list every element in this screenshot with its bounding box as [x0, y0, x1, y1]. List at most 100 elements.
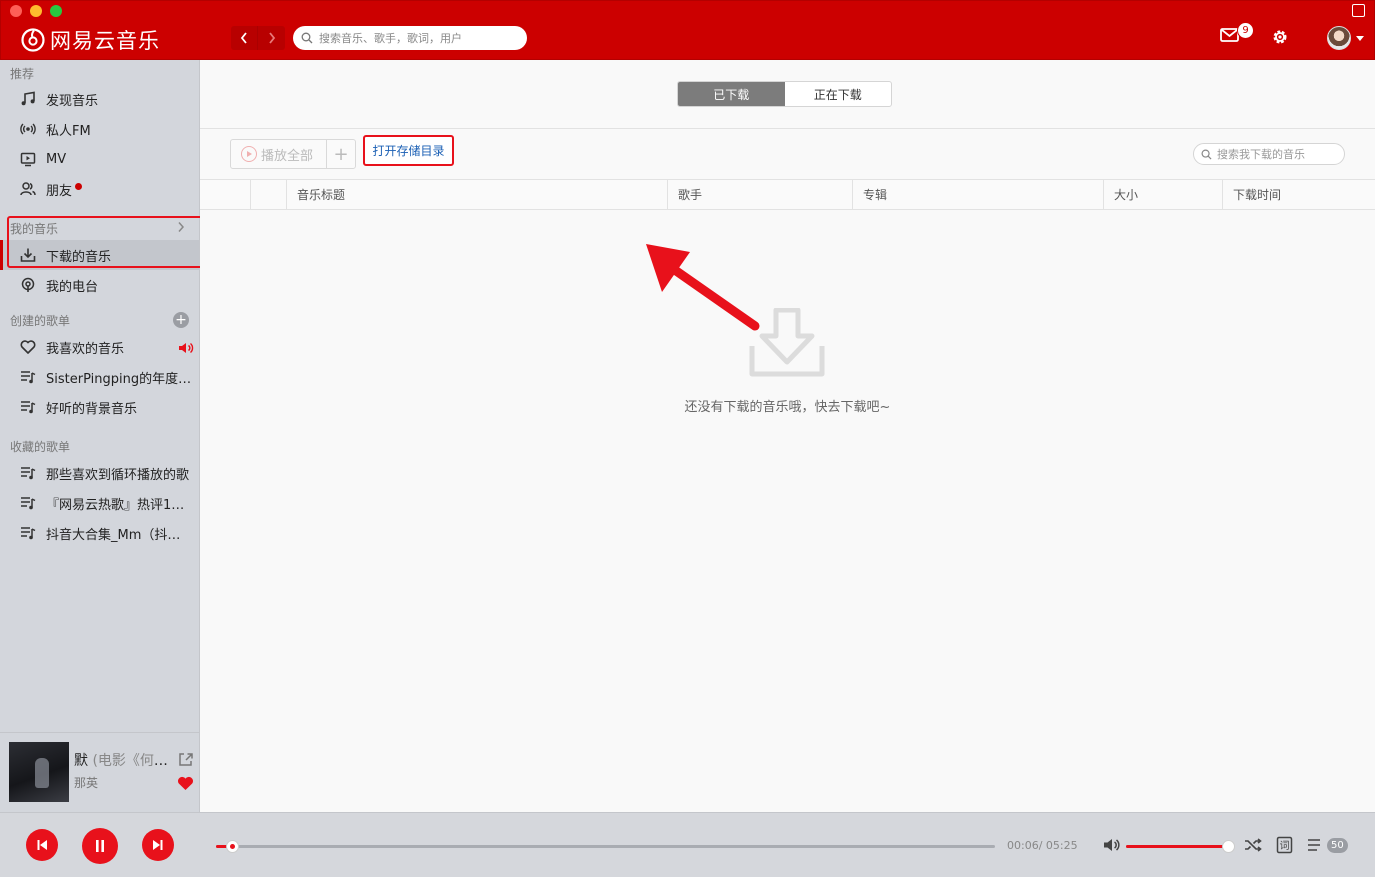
- lyrics-icon[interactable]: 词: [1276, 836, 1293, 854]
- global-search-input[interactable]: [319, 31, 509, 45]
- sidebar-item-my-radio[interactable]: 我的电台: [0, 270, 199, 300]
- sidebar-item-label: 发现音乐: [46, 93, 99, 109]
- sidebar-item-playlist[interactable]: 『网易云热歌』热评10万+: [0, 488, 199, 518]
- shuffle-icon[interactable]: [1244, 837, 1262, 853]
- now-playing-artist[interactable]: 那英: [74, 774, 98, 791]
- album-cover[interactable]: [9, 742, 69, 802]
- column-header-op: [250, 180, 286, 209]
- search-icon: [301, 32, 313, 44]
- mail-badge: 9: [1237, 22, 1254, 39]
- netease-logo-icon: [21, 28, 45, 52]
- table-header: 音乐标题 歌手 专辑 大小 下载时间: [200, 179, 1375, 210]
- sidebar-item-playlist[interactable]: 那些喜欢到循环播放的歌: [0, 458, 199, 488]
- playlist-icon: [19, 524, 37, 542]
- empty-state-text: 还没有下载的音乐哦，快去下载吧~: [684, 400, 891, 415]
- global-search[interactable]: [293, 26, 527, 50]
- tv-icon: [19, 150, 37, 168]
- heart-filled-icon[interactable]: [177, 776, 194, 791]
- section-title-created: 创建的歌单: [10, 314, 71, 328]
- notification-dot: [75, 182, 83, 190]
- play-all-button[interactable]: 播放全部: [231, 140, 327, 168]
- tab-downloaded[interactable]: 已下载: [678, 82, 785, 106]
- progress-bar[interactable]: [216, 840, 995, 853]
- now-playing-title[interactable]: 默 (电影《何以笙箫默》片尾曲): [74, 750, 168, 770]
- caret-down-icon[interactable]: [1356, 36, 1364, 41]
- download-tabs: 已下载 正在下载: [677, 81, 892, 107]
- pause-button[interactable]: [82, 828, 118, 864]
- song-subtitle: (电影《何以笙箫默》片尾曲): [92, 753, 168, 769]
- sidebar-item-playlist[interactable]: 抖音大合集_Mm（抖腿必备）: [0, 518, 199, 548]
- playlist-icon: [19, 398, 37, 416]
- volume-slider[interactable]: [1126, 840, 1235, 853]
- volume-knob[interactable]: [1222, 840, 1235, 853]
- song-title: 默: [74, 753, 88, 769]
- play-all-label: 播放全部: [261, 148, 314, 164]
- next-button[interactable]: [142, 829, 174, 861]
- tab-downloading[interactable]: 正在下载: [785, 82, 892, 106]
- volume-fill: [1126, 845, 1228, 848]
- pause-icon: [96, 840, 104, 852]
- column-header-title[interactable]: 音乐标题: [286, 180, 667, 209]
- sidebar-item-label: 好听的背景音乐: [46, 401, 138, 417]
- share-icon[interactable]: [178, 752, 194, 767]
- cover-figure: [35, 758, 49, 788]
- previous-icon: [37, 840, 47, 850]
- back-button[interactable]: [231, 26, 258, 50]
- app-logo[interactable]: 网易云音乐: [21, 25, 160, 55]
- playing-speaker-icon: [179, 342, 194, 354]
- sidebar-item-playlist[interactable]: SisterPingping的年度歌单: [0, 362, 199, 392]
- sidebar-item-label: 『网易云热歌』热评10万+: [46, 497, 192, 513]
- maximize-window-button[interactable]: [50, 5, 62, 17]
- download-search[interactable]: [1193, 143, 1345, 165]
- column-header-size[interactable]: 大小: [1103, 180, 1222, 209]
- sidebar-item-label: 我的电台: [46, 279, 99, 295]
- sidebar-item-label: 私人FM: [46, 123, 91, 139]
- download-search-input[interactable]: [1217, 147, 1337, 161]
- title-bar: 网易云音乐 9: [0, 0, 1375, 60]
- sidebar-item-playlist[interactable]: 好听的背景音乐: [0, 392, 199, 422]
- sidebar-item-private-fm[interactable]: 私人FM: [0, 114, 199, 144]
- sidebar-item-liked-music[interactable]: 我喜欢的音乐: [0, 332, 199, 362]
- next-icon: [153, 840, 163, 850]
- section-title-collected: 收藏的歌单: [10, 440, 71, 454]
- progress-knob[interactable]: [225, 840, 239, 853]
- friends-icon: [19, 180, 37, 198]
- playlist-count-badge: 50: [1327, 838, 1348, 853]
- sidebar-item-label: 朋友: [46, 183, 73, 199]
- play-all-group: 播放全部 +: [230, 139, 356, 169]
- user-avatar[interactable]: [1327, 26, 1351, 50]
- column-header-download-time[interactable]: 下载时间: [1222, 180, 1375, 209]
- volume-icon[interactable]: [1103, 837, 1121, 853]
- main-content: 已下载 正在下载 播放全部 + 打开存储目录 音乐标题 歌手 专辑 大小 下载时…: [200, 60, 1375, 812]
- sidebar-item-label: 那些喜欢到循环播放的歌: [46, 467, 190, 483]
- player-bar: 00:06/ 05:25 词 50: [0, 812, 1375, 877]
- chevron-right-icon: [268, 32, 275, 44]
- now-playing-card[interactable]: 默 (电影《何以笙箫默》片尾曲) 那英: [0, 732, 199, 812]
- mini-mode-icon[interactable]: [1352, 4, 1365, 17]
- playlist-queue-icon[interactable]: [1307, 838, 1325, 852]
- sidebar: 推荐 发现音乐 私人FM MV 朋友 我的音乐 下载的音乐 我的电台 创建的歌单…: [0, 60, 214, 812]
- sidebar-item-label: SisterPingping的年度歌单: [46, 371, 192, 387]
- search-icon: [1201, 149, 1212, 160]
- close-window-button[interactable]: [10, 5, 22, 17]
- playlist-icon: [19, 464, 37, 482]
- sidebar-item-mv[interactable]: MV: [0, 144, 199, 174]
- svg-text:词: 词: [1280, 840, 1290, 852]
- add-all-button[interactable]: +: [327, 140, 355, 168]
- add-playlist-icon[interactable]: +: [173, 312, 189, 328]
- previous-button[interactable]: [26, 829, 58, 861]
- divider: [200, 128, 1375, 129]
- sidebar-item-friends[interactable]: 朋友: [0, 174, 199, 204]
- minimize-window-button[interactable]: [30, 5, 42, 17]
- gear-icon[interactable]: [1271, 28, 1289, 46]
- sidebar-item-label: 抖音大合集_Mm（抖腿必备）: [46, 527, 192, 543]
- app-title: 网易云音乐: [50, 29, 160, 53]
- column-header-artist[interactable]: 歌手: [667, 180, 852, 209]
- radio-waves-icon: [19, 120, 37, 138]
- playlist-icon: [19, 368, 37, 386]
- section-title-recommend: 推荐: [10, 67, 35, 81]
- sidebar-item-discover[interactable]: 发现音乐: [0, 84, 199, 114]
- forward-button[interactable]: [258, 26, 285, 50]
- open-storage-dir-button[interactable]: 打开存储目录: [363, 135, 454, 166]
- column-header-album[interactable]: 专辑: [852, 180, 1103, 209]
